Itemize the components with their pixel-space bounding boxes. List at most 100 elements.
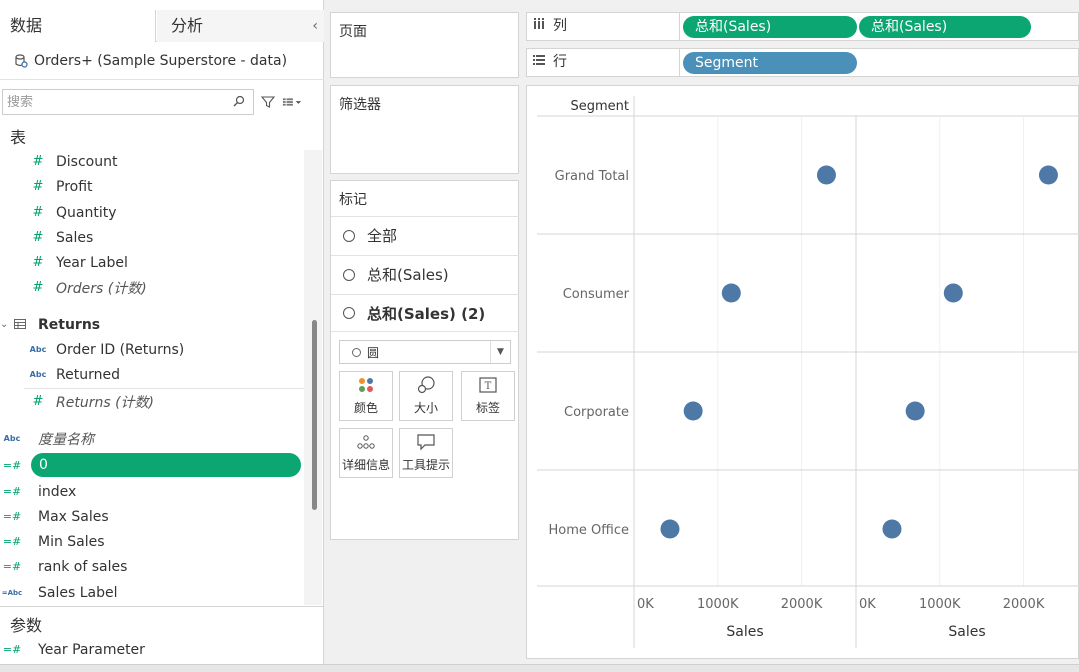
tooltip-icon	[416, 430, 436, 454]
row-label: Consumer	[563, 287, 630, 302]
chart-view[interactable]: Segment Grand Total Consumer Corporate Home …	[526, 85, 1079, 659]
pages-title: 页面	[339, 24, 367, 40]
x-axis-title: Sales	[948, 624, 985, 640]
data-point	[1038, 165, 1058, 185]
label-button[interactable]: T 标签	[461, 371, 515, 421]
collapse-pane-icon[interactable]: ‹	[312, 10, 318, 42]
detail-button[interactable]: 详细信息	[339, 428, 393, 478]
search-box[interactable]	[2, 89, 254, 115]
search-row	[0, 88, 324, 116]
column-pill-sales-2[interactable]: 总和(Sales)	[859, 16, 1031, 38]
row-header-label: Segment	[571, 99, 630, 114]
x-axis-title: Sales	[726, 624, 763, 640]
param-icon: =#	[2, 643, 22, 656]
field-item[interactable]: # Quantity	[0, 200, 304, 225]
circle-mark-icon	[352, 347, 361, 357]
table-icon	[14, 317, 34, 333]
field-item[interactable]: Abc Returned	[0, 362, 304, 387]
calc-measure-icon: =#	[2, 535, 22, 548]
row-label: Home Office	[549, 523, 629, 538]
tooltip-button[interactable]: 工具提示	[399, 428, 453, 478]
tab-data[interactable]: 数据	[0, 10, 156, 42]
svg-text:T: T	[485, 381, 492, 392]
field-item-calc[interactable]: =# Max Sales	[0, 504, 304, 529]
selected-field-pill[interactable]: 0	[31, 453, 301, 477]
x-tick-label: 2000K	[1003, 597, 1045, 612]
field-item[interactable]: # Returns (计数)	[0, 389, 304, 414]
field-item[interactable]: # Year Label	[0, 250, 304, 275]
x-tick-label: 0K	[859, 597, 876, 612]
mark-type-select[interactable]: 圆 ▼	[339, 340, 511, 364]
row-label: Corporate	[564, 405, 629, 420]
field-item-measure-names[interactable]: Abc 度量名称	[0, 426, 304, 451]
marks-tab-sales[interactable]: 总和(Sales)	[331, 255, 519, 293]
detail-icon	[356, 430, 376, 454]
divider	[679, 49, 680, 76]
field-item-calc[interactable]: =# index	[0, 479, 304, 504]
row-pill-segment[interactable]: Segment	[683, 52, 857, 74]
marks-tab-sales-2[interactable]: 总和(Sales) (2)	[331, 294, 519, 332]
filters-card[interactable]: 筛选器	[330, 85, 519, 174]
expand-chevron-icon[interactable]: ⌄	[0, 319, 10, 330]
dimension-icon: Abc	[3, 434, 21, 443]
calc-dimension-icon: =Abc	[1, 588, 23, 597]
search-input[interactable]	[7, 94, 233, 110]
datasource-item[interactable]: Orders+ (Sample Superstore - data)	[0, 42, 324, 80]
pane-tabs: 数据 分析 ‹	[0, 10, 324, 42]
radio-icon	[343, 307, 355, 319]
marks-title: 标记	[339, 192, 367, 208]
x-tick-label: 0K	[637, 597, 654, 612]
table-returns[interactable]: ⌄ Returns	[0, 312, 304, 337]
column-pill-sales[interactable]: 总和(Sales)	[683, 16, 857, 38]
field-item-calc[interactable]: =Abc Sales Label	[0, 580, 304, 605]
search-icon[interactable]	[233, 95, 247, 109]
param-item[interactable]: =# Year Parameter	[0, 637, 304, 662]
dropdown-caret-icon[interactable]: ▼	[490, 341, 510, 363]
measure-icon: #	[32, 154, 44, 169]
field-item[interactable]: # Profit	[0, 174, 304, 199]
filters-title: 筛选器	[339, 97, 381, 113]
row-label: Grand Total	[555, 169, 629, 184]
filter-icon[interactable]	[258, 92, 278, 112]
field-item[interactable]: # Orders (计数)	[0, 275, 304, 300]
color-icon	[357, 373, 375, 397]
divider	[0, 606, 324, 607]
marks-card: 标记 全部 总和(Sales) 总和(Sales) (2) 圆 ▼ 颜色 大小 …	[330, 180, 519, 540]
measure-icon: #	[32, 179, 44, 194]
datasource-icon	[14, 53, 28, 68]
size-button[interactable]: 大小	[399, 371, 453, 421]
field-item[interactable]: # Sales	[0, 225, 304, 250]
rows-icon	[533, 49, 545, 76]
measure-icon: #	[32, 230, 44, 245]
color-button[interactable]: 颜色	[339, 371, 393, 421]
datasource-name: Orders+ (Sample Superstore - data)	[34, 52, 288, 69]
dimension-icon: Abc	[29, 370, 47, 379]
columns-icon	[533, 13, 545, 40]
field-item-calc[interactable]: =# Min Sales	[0, 529, 304, 554]
pages-card[interactable]: 页面	[330, 12, 519, 78]
scrollbar-thumb[interactable]	[312, 320, 317, 510]
rows-shelf[interactable]: 行 Segment	[526, 48, 1079, 77]
chart-svg[interactable]: Segment Grand Total Consumer Corporate Home …	[527, 86, 1079, 660]
field-item[interactable]: # Discount	[0, 149, 304, 174]
calc-measure-icon: =#	[2, 459, 22, 472]
measure-icon: #	[32, 255, 44, 270]
sheet-tab-bar[interactable]	[0, 664, 1079, 672]
data-point	[683, 401, 703, 421]
measure-icon: #	[32, 280, 44, 295]
data-point	[943, 283, 963, 303]
divider	[679, 13, 680, 40]
x-tick-label: 1000K	[919, 597, 961, 612]
tab-analysis[interactable]: 分析	[157, 10, 324, 42]
columns-shelf[interactable]: 列 总和(Sales) 总和(Sales)	[526, 12, 1079, 41]
data-point	[660, 519, 680, 539]
data-point	[721, 283, 741, 303]
field-item[interactable]: Abc Order ID (Returns)	[0, 337, 304, 362]
marks-tab-all[interactable]: 全部	[331, 216, 519, 254]
field-item-calc[interactable]: =# rank of sales	[0, 554, 304, 579]
x-tick-label: 2000K	[781, 597, 823, 612]
rows-shelf-label: 行	[533, 49, 567, 76]
radio-icon	[343, 229, 355, 242]
list-view-icon[interactable]	[282, 92, 302, 112]
dimension-icon: Abc	[29, 345, 47, 354]
